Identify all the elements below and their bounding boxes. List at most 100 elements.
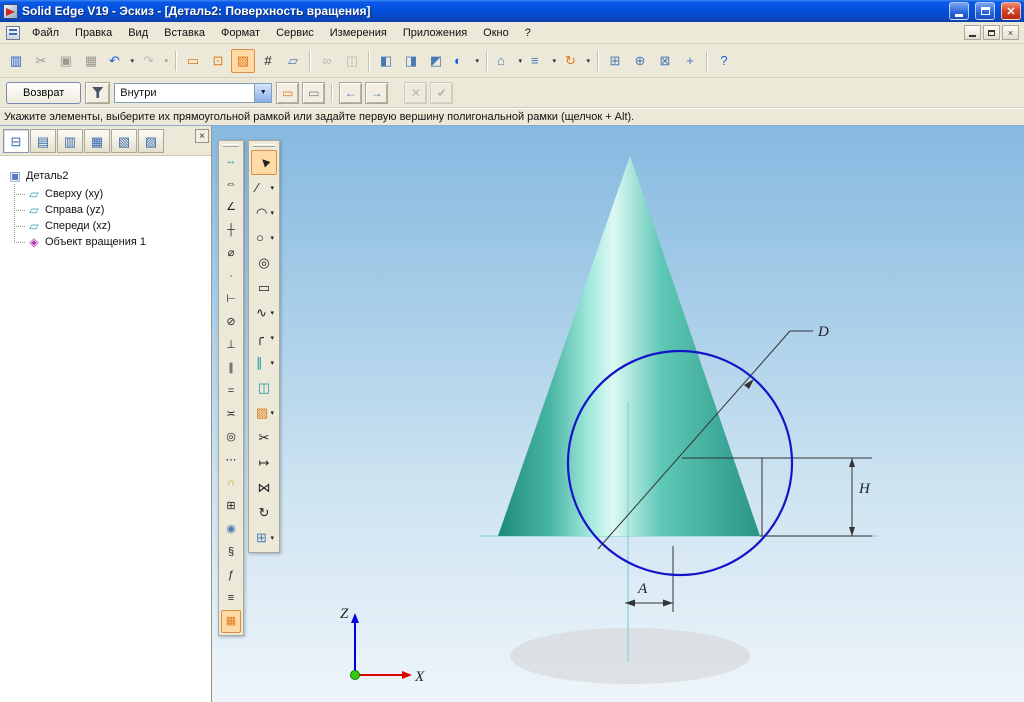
menu-tools[interactable]: Сервис [268,24,322,42]
menu-help[interactable]: ? [517,24,539,42]
collinear-button[interactable]: ⋯ [221,449,241,472]
dimension-a-label[interactable]: A [637,581,648,597]
tree-item-plane-top[interactable]: Сверху (xy) [14,186,207,202]
shaded-view-button[interactable]: ◐ [449,49,482,73]
view-trimetric-button[interactable]: ◩ [424,49,448,73]
sketch-fill-button[interactable]: ▨ [231,49,255,73]
rigid-set-button[interactable]: ⊞ [221,495,241,518]
menu-edit[interactable]: Правка [67,24,120,42]
zoom-area-button[interactable]: ⊞ [603,49,627,73]
symmetric-button[interactable]: ≍ [221,403,241,426]
include-tool-button[interactable]: ◫ [251,375,277,400]
layers-button[interactable]: ≡ [526,49,559,73]
named-views-button[interactable]: ⌂ [492,49,525,73]
variables-button[interactable]: ƒ [221,564,241,587]
tree-item-plane-right[interactable]: Справа (yz) [14,202,207,218]
fill-tool-button[interactable]: ▨ [251,400,277,425]
tab-pathfinder[interactable]: ⊟ [3,129,29,153]
return-button[interactable]: Возврат [6,82,81,104]
dimension-h-label[interactable]: H [858,481,871,497]
sketch-plane-button[interactable]: ▱ [281,49,305,73]
relationship-colors-button[interactable]: ▦ [221,610,241,633]
grid-tool-button[interactable]: ⊞ [251,525,277,550]
smart-dimension-button[interactable]: ↔ [221,150,241,173]
child-restore-button[interactable] [983,25,1000,40]
cut-button[interactable]: ✂ [29,49,53,73]
tab-feature-library[interactable]: ▥ [57,129,83,153]
zoom-button[interactable]: ⊕ [628,49,652,73]
save-button[interactable]: ▥ [4,49,28,73]
offset-tool-button[interactable]: ∥ [251,350,277,375]
menu-applications[interactable]: Приложения [395,24,475,42]
toolbar-grip[interactable] [223,144,239,147]
view-dimetric-button[interactable]: ◨ [399,49,423,73]
line-tool-button[interactable]: ∕ [251,175,277,200]
tab-sensors[interactable]: ▧ [111,129,137,153]
fillet-tool-button[interactable]: ╭ [251,325,277,350]
restore-button[interactable] [975,2,995,20]
selection-filter-button[interactable] [85,82,110,104]
redo-button[interactable]: ↷ [138,49,171,73]
ole-object-button[interactable]: ◫ [340,49,364,73]
help-select-button[interactable]: ? [712,49,736,73]
horizontal-vertical-button[interactable]: ⊢ [221,288,241,311]
document-icon[interactable] [6,26,20,40]
mirror-tool-button[interactable]: ⋈ [251,475,277,500]
menu-format[interactable]: Формат [213,24,268,42]
next-step-button[interactable]: → [365,82,388,104]
link-button[interactable]: ∞ [315,49,339,73]
accept-button[interactable]: ✔ [430,82,453,104]
arc-tool-button[interactable]: ◠ [251,200,277,225]
selection-mode-combobox[interactable]: Внутри ▼ [114,83,272,103]
origin-point[interactable] [351,671,360,680]
trim-tool-button[interactable]: ✂ [251,425,277,450]
angle-between-button[interactable]: ∠ [221,196,241,219]
tab-layers[interactable]: ▦ [84,129,110,153]
curve-tool-button[interactable]: ∿ [251,300,277,325]
view-iso-button[interactable]: ◧ [374,49,398,73]
maintain-relationships-button[interactable]: § [221,541,241,564]
undo-button[interactable]: ↶ [104,49,137,73]
parallel-button[interactable]: ∥ [221,357,241,380]
chevron-down-icon[interactable]: ▼ [254,84,271,102]
tab-feature-playback[interactable]: ▨ [138,129,164,153]
overlap-select-button[interactable]: ⊡ [206,49,230,73]
previous-step-button[interactable]: ← [339,82,362,104]
cancel-button[interactable]: ✕ [404,82,427,104]
update-view-button[interactable]: ↻ [560,49,593,73]
concentric-button[interactable]: ◎ [221,426,241,449]
select-tool-button[interactable]: ► [251,150,277,175]
edgebar-close-button[interactable]: × [195,129,209,143]
fit-button[interactable]: ⊠ [653,49,677,73]
extend-tool-button[interactable]: ↦ [251,450,277,475]
pan-button[interactable]: + [678,49,702,73]
menu-view[interactable]: Вид [120,24,156,42]
fence-select-button[interactable]: ▭ [181,49,205,73]
menu-window[interactable]: Окно [475,24,517,42]
grid-button[interactable]: # [256,49,280,73]
paste-button[interactable]: ▦ [79,49,103,73]
menu-measure[interactable]: Измерения [322,24,395,42]
circle-tool-button[interactable]: ○ [251,225,277,250]
toolbar-grip[interactable] [253,144,275,147]
selection-option-button-2[interactable]: ▭ [302,82,325,104]
menu-file[interactable]: Файл [24,24,67,42]
child-minimize-button[interactable] [964,25,981,40]
coordinate-dimension-button[interactable]: ┼ [221,219,241,242]
ellipse-tool-button[interactable]: ◎ [251,250,277,275]
connect-button[interactable]: ∙ [221,265,241,288]
drawing-canvas[interactable]: D H A Z X [212,126,1024,702]
copy-button[interactable]: ▣ [54,49,78,73]
selection-option-button-1[interactable]: ▭ [276,82,299,104]
close-button[interactable]: ✕ [1001,2,1021,20]
menu-insert[interactable]: Вставка [156,24,213,42]
rectangle-tool-button[interactable]: ▭ [251,275,277,300]
child-close-button[interactable]: × [1002,25,1019,40]
tree-item-plane-front[interactable]: Спереди (xz) [14,218,207,234]
show-relationships-button[interactable]: ◉ [221,518,241,541]
tangent-button[interactable]: ⊘ [221,311,241,334]
lock-button[interactable]: ∩ [221,472,241,495]
cone-surface[interactable] [498,156,760,536]
tree-item-revolve[interactable]: Объект вращения 1 [14,234,207,250]
perpendicular-button[interactable]: ⊥ [221,334,241,357]
